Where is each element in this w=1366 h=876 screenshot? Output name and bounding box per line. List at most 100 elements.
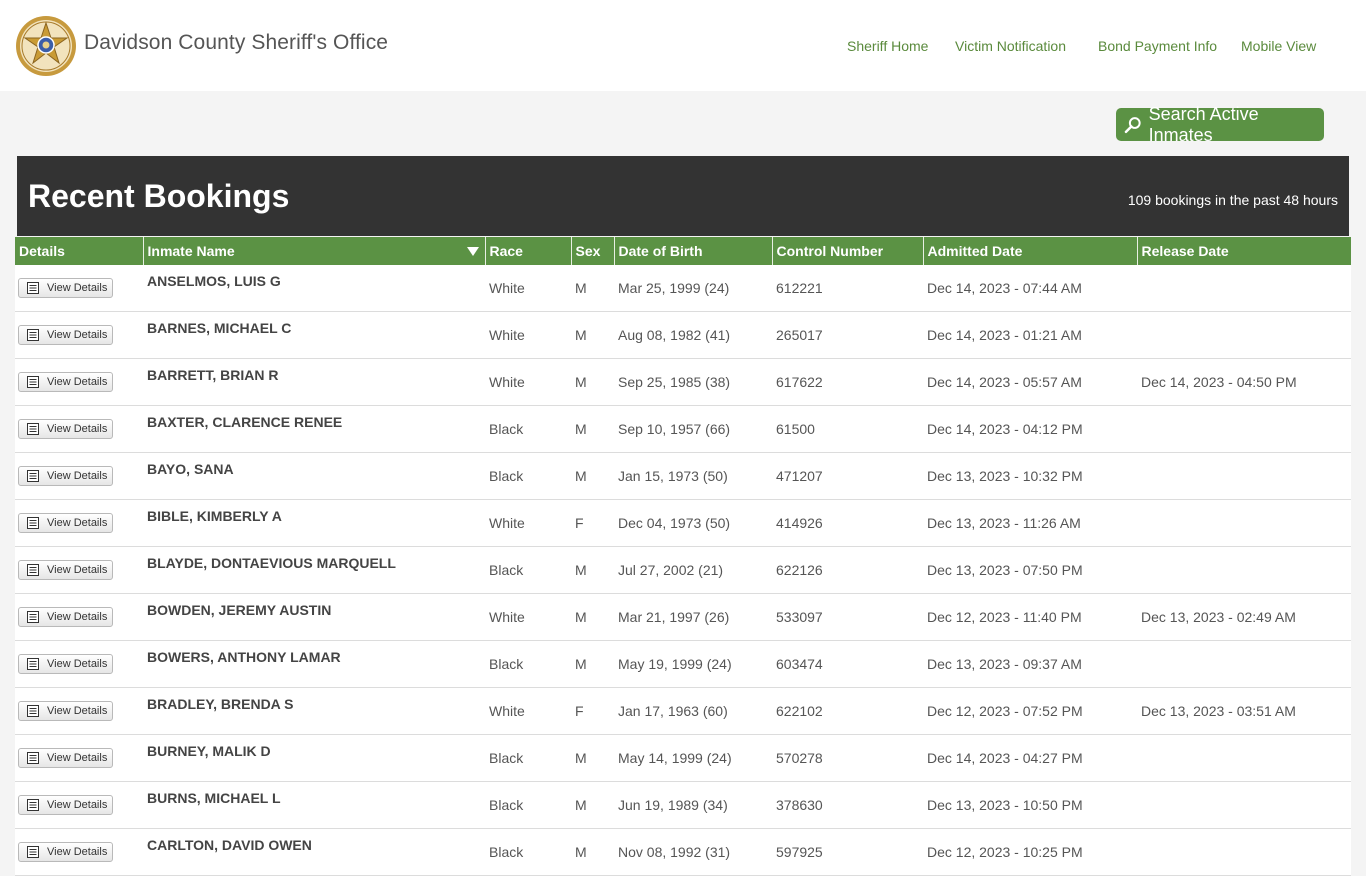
admitted-date: Dec 13, 2023 - 09:37 AM (923, 640, 1137, 688)
column-header-inmate-name[interactable]: Inmate Name (143, 237, 486, 265)
view-details-button[interactable]: View Details (18, 325, 113, 345)
release-date (1137, 640, 1351, 688)
inmate-name: ANSELMOS, LUIS G (143, 265, 485, 312)
sex: M (571, 828, 614, 876)
inmate-name: CARLTON, DAVID OWEN (143, 828, 485, 876)
admitted-date: Dec 13, 2023 - 07:50 PM (923, 546, 1137, 594)
date-of-birth: Mar 21, 1997 (26) (614, 593, 772, 641)
details-cell: View Details (15, 781, 143, 829)
sex: M (571, 734, 614, 782)
admitted-date: Dec 14, 2023 - 04:27 PM (923, 734, 1137, 782)
nav-victim-notification[interactable]: Victim Notification (955, 38, 1066, 54)
date-of-birth: Jun 19, 1989 (34) (614, 781, 772, 829)
view-details-label: View Details (47, 658, 108, 670)
details-cell: View Details (15, 687, 143, 735)
date-of-birth: Mar 25, 1999 (24) (614, 265, 772, 312)
control-number: 378630 (772, 781, 923, 829)
view-details-button[interactable]: View Details (18, 513, 113, 533)
document-list-icon (27, 282, 39, 294)
details-cell: View Details (15, 405, 143, 453)
sex: F (571, 499, 614, 547)
date-of-birth: Nov 08, 1992 (31) (614, 828, 772, 876)
search-icon (1124, 116, 1141, 133)
sex: M (571, 546, 614, 594)
document-list-icon (27, 470, 39, 482)
column-header-release-date[interactable]: Release Date (1137, 237, 1351, 265)
details-cell: View Details (15, 358, 143, 406)
release-date (1137, 452, 1351, 500)
date-of-birth: Aug 08, 1982 (41) (614, 311, 772, 359)
view-details-button[interactable]: View Details (18, 278, 113, 298)
admitted-date: Dec 14, 2023 - 05:57 AM (923, 358, 1137, 406)
bookings-count: 109 bookings in the past 48 hours (1127, 192, 1338, 208)
document-list-icon (27, 658, 39, 670)
view-details-label: View Details (47, 282, 108, 294)
column-header-admitted-date[interactable]: Admitted Date (923, 237, 1138, 265)
inmate-name: BURNS, MICHAEL L (143, 781, 485, 829)
document-list-icon (27, 846, 39, 858)
nav-sheriff-home[interactable]: Sheriff Home (847, 38, 928, 54)
bookings-table: Details Inmate Name Race Sex Date of Bir… (15, 237, 1351, 876)
date-of-birth: Jul 27, 2002 (21) (614, 546, 772, 594)
details-cell: View Details (15, 452, 143, 500)
sex: F (571, 687, 614, 735)
view-details-button[interactable]: View Details (18, 607, 113, 627)
admitted-date: Dec 12, 2023 - 11:40 PM (923, 593, 1137, 641)
table-row: View Details BURNEY, MALIK D Black M May 14,… (15, 734, 1351, 782)
details-cell: View Details (15, 828, 143, 876)
release-date: Dec 14, 2023 - 04:50 PM (1137, 358, 1351, 406)
column-header-control-number[interactable]: Control Number (772, 237, 924, 265)
release-date (1137, 499, 1351, 547)
inmate-name: BAXTER, CLARENCE RENEE (143, 405, 485, 453)
view-details-label: View Details (47, 517, 108, 529)
race: Black (485, 734, 571, 782)
nav-bond-payment-info[interactable]: Bond Payment Info (1098, 38, 1217, 54)
control-number: 622102 (772, 687, 923, 735)
details-cell: View Details (15, 546, 143, 594)
release-date (1137, 734, 1351, 782)
table-row: View Details BRADLEY, BRENDA S White F Jan 1… (15, 687, 1351, 735)
details-cell: View Details (15, 734, 143, 782)
sex: M (571, 265, 614, 312)
control-number: 61500 (772, 405, 923, 453)
view-details-button[interactable]: View Details (18, 842, 113, 862)
view-details-button[interactable]: View Details (18, 654, 113, 674)
column-header-date-of-birth[interactable]: Date of Birth (614, 237, 773, 265)
admitted-date: Dec 14, 2023 - 01:21 AM (923, 311, 1137, 359)
details-cell: View Details (15, 640, 143, 688)
view-details-label: View Details (47, 470, 108, 482)
control-number: 570278 (772, 734, 923, 782)
search-active-inmates-button[interactable]: Search Active Inmates (1116, 104, 1324, 145)
control-number: 603474 (772, 640, 923, 688)
inmate-name: BARRETT, BRIAN R (143, 358, 485, 406)
race: White (485, 687, 571, 735)
page-title: Recent Bookings (28, 178, 290, 214)
site-header: Davidson County Sheriff's Office Sheriff… (0, 0, 1366, 91)
view-details-button[interactable]: View Details (18, 372, 113, 392)
control-number: 265017 (772, 311, 923, 359)
view-details-button[interactable]: View Details (18, 560, 113, 580)
table-row: View Details ANSELMOS, LUIS G White M Mar 25… (15, 265, 1351, 312)
column-header-sex[interactable]: Sex (571, 237, 615, 265)
column-header-race[interactable]: Race (485, 237, 572, 265)
sort-descending-icon[interactable] (466, 247, 479, 256)
column-header-inmate-name-label: Inmate Name (147, 243, 235, 259)
table-row: View Details BARNES, MICHAEL C White M Aug 0… (15, 311, 1351, 359)
column-header-details[interactable]: Details (15, 237, 144, 265)
view-details-button[interactable]: View Details (18, 748, 113, 768)
view-details-button[interactable]: View Details (18, 701, 113, 721)
nav-mobile-view[interactable]: Mobile View (1241, 38, 1316, 54)
control-number: 622126 (772, 546, 923, 594)
view-details-button[interactable]: View Details (18, 466, 113, 486)
release-date (1137, 546, 1351, 594)
view-details-button[interactable]: View Details (18, 795, 113, 815)
inmate-name: BARNES, MICHAEL C (143, 311, 485, 359)
view-details-label: View Details (47, 611, 108, 623)
document-list-icon (27, 705, 39, 717)
admitted-date: Dec 13, 2023 - 10:32 PM (923, 452, 1137, 500)
document-list-icon (27, 517, 39, 529)
view-details-label: View Details (47, 846, 108, 858)
race: White (485, 358, 571, 406)
sex: M (571, 311, 614, 359)
view-details-button[interactable]: View Details (18, 419, 113, 439)
